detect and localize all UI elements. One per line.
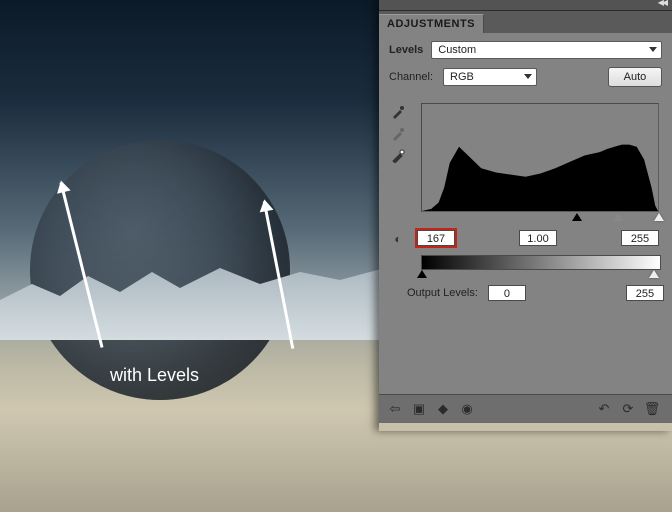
highlight-input[interactable]: 255 <box>621 230 659 246</box>
panel-header[interactable]: ◀◀ <box>379 0 672 11</box>
expand-view-icon[interactable]: ▣ <box>409 400 429 418</box>
midtone-input[interactable]: 1.00 <box>519 230 557 246</box>
collapse-arrows-icon[interactable]: ◀◀ <box>658 0 666 7</box>
channel-label: Channel: <box>389 71 433 83</box>
adjustments-panel: ◀◀ ADJUSTMENTS Levels Custom Channel: RG… <box>379 0 672 431</box>
annotation-text: with Levels <box>110 365 199 386</box>
adjustment-type-label: Levels <box>389 44 423 56</box>
preset-value: Custom <box>438 44 476 56</box>
tab-adjustments[interactable]: ADJUSTMENTS <box>379 14 484 33</box>
eyedropper-group <box>389 103 407 169</box>
output-low-handle[interactable] <box>417 270 427 278</box>
reset-icon[interactable]: ⟳ <box>618 400 638 418</box>
panel-body: Levels Custom Channel: RGB Auto <box>379 33 672 423</box>
previous-state-icon[interactable]: ↶ <box>594 400 614 418</box>
clip-to-layer-icon[interactable]: ◆ <box>433 400 453 418</box>
gray-point-eyedropper-icon[interactable] <box>389 125 407 143</box>
channel-dropdown[interactable]: RGB <box>443 68 537 86</box>
highlight-slider-handle[interactable] <box>654 213 664 221</box>
output-slider[interactable] <box>421 270 659 282</box>
channel-value: RGB <box>450 71 474 83</box>
output-gradient <box>421 255 661 270</box>
shadow-slider-handle[interactable] <box>572 213 582 221</box>
return-to-list-icon[interactable]: ⇦ <box>385 400 405 418</box>
panel-footer: ⇦ ▣ ◆ ◉ ↶ ⟳ 🗑 <box>379 394 672 423</box>
shadow-input[interactable]: 167 <box>417 230 455 246</box>
output-high-input[interactable]: 255 <box>626 285 664 301</box>
trash-icon[interactable]: 🗑 <box>642 400 662 418</box>
output-high-handle[interactable] <box>649 270 659 278</box>
white-point-eyedropper-icon[interactable] <box>389 147 407 165</box>
black-point-eyedropper-icon[interactable] <box>389 103 407 121</box>
midtone-slider-handle[interactable] <box>613 213 623 221</box>
histogram-plot <box>422 104 658 211</box>
clip-toggle-icon[interactable]: ◐ <box>389 230 407 248</box>
planet-shape <box>30 140 290 400</box>
panel-tab-bar: ADJUSTMENTS <box>379 11 672 33</box>
histogram <box>421 103 659 212</box>
auto-button[interactable]: Auto <box>608 67 662 87</box>
output-levels-label: Output Levels: <box>407 287 478 299</box>
preset-dropdown[interactable]: Custom <box>431 41 662 59</box>
visibility-icon[interactable]: ◉ <box>457 400 477 418</box>
output-low-input[interactable]: 0 <box>488 285 526 301</box>
input-slider[interactable] <box>421 213 659 227</box>
